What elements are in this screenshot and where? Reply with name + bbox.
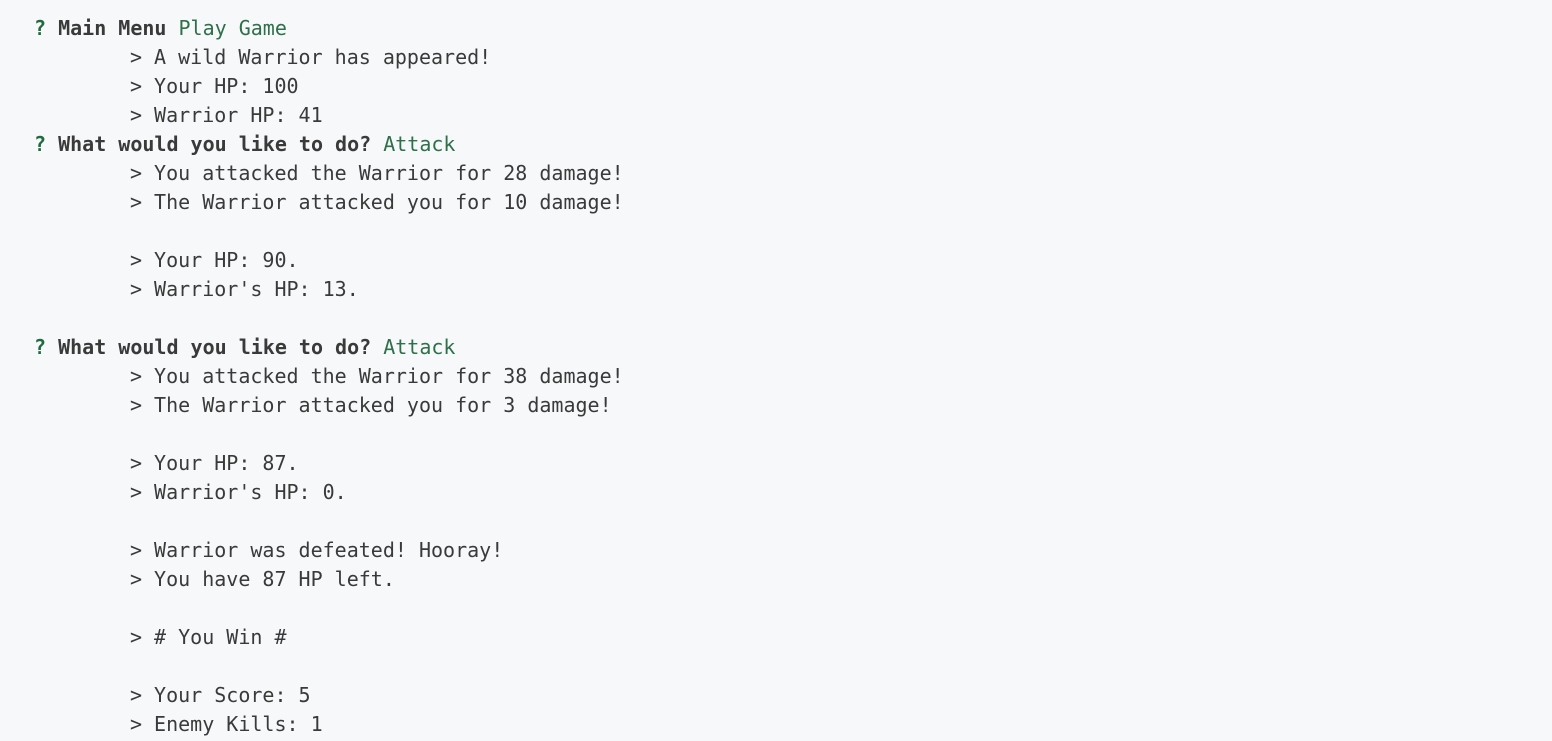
output-line: > Your HP: 90.: [130, 246, 299, 275]
output-arrow: >: [130, 364, 143, 388]
output-line: > The Warrior attacked you for 3 damage!: [130, 391, 612, 420]
prompt-question: What would you like to do?: [58, 132, 372, 156]
output-text: The Warrior attacked you for 3 damage!: [154, 393, 612, 417]
output-text: Your HP: 100: [154, 74, 299, 98]
output-text: Warrior's HP: 0.: [154, 480, 347, 504]
output-arrow: >: [130, 451, 143, 475]
output-arrow: >: [130, 190, 143, 214]
output-text: Warrior was defeated! Hooray!: [154, 538, 504, 562]
output-arrow: >: [130, 277, 143, 301]
output-text: # You Win #: [154, 625, 287, 649]
output-line: > The Warrior attacked you for 10 damage!: [130, 188, 624, 217]
output-line: > A wild Warrior has appeared!: [130, 43, 491, 72]
output-line: > You attacked the Warrior for 38 damage!: [130, 362, 624, 391]
prompt-question: Main Menu: [58, 16, 167, 40]
output-text: Warrior's HP: 13.: [154, 277, 359, 301]
output-line: > You attacked the Warrior for 28 damage!: [130, 159, 624, 188]
output-arrow: >: [130, 625, 143, 649]
output-text: Your HP: 90.: [154, 248, 299, 272]
output-line: > Your HP: 87.: [130, 449, 299, 478]
output-arrow: >: [130, 74, 143, 98]
output-line: > # You Win #: [130, 623, 287, 652]
prompt-line: ? What would you like to do? Attack: [34, 333, 455, 362]
output-arrow: >: [130, 712, 143, 736]
output-line: > Warrior's HP: 0.: [130, 478, 347, 507]
output-text: Enemy Kills: 1: [154, 712, 323, 736]
output-line: > Your HP: 100: [130, 72, 299, 101]
output-line: > You have 87 HP left.: [130, 565, 395, 594]
output-arrow: >: [130, 103, 143, 127]
prompt-question-mark: ?: [34, 335, 47, 359]
output-line: > Warrior was defeated! Hooray!: [130, 536, 503, 565]
output-text: Your HP: 87.: [154, 451, 299, 475]
prompt-line: ? Main Menu Play Game: [34, 14, 287, 43]
output-text: The Warrior attacked you for 10 damage!: [154, 190, 624, 214]
output-arrow: >: [130, 480, 143, 504]
output-line: > Your Score: 5: [130, 681, 311, 710]
prompt-answer: Attack: [383, 335, 456, 359]
output-arrow: >: [130, 45, 143, 69]
output-text: You have 87 HP left.: [154, 567, 395, 591]
output-arrow: >: [130, 683, 143, 707]
prompt-question-mark: ?: [34, 16, 47, 40]
output-line: > Enemy Kills: 1: [130, 710, 323, 739]
output-text: You attacked the Warrior for 28 damage!: [154, 161, 624, 185]
output-text: Warrior HP: 41: [154, 103, 323, 127]
output-arrow: >: [130, 161, 143, 185]
output-line: > Warrior's HP: 13.: [130, 275, 359, 304]
output-arrow: >: [130, 248, 143, 272]
prompt-line: ? What would you like to do? Attack: [34, 130, 455, 159]
prompt-answer: Play Game: [178, 16, 287, 40]
output-arrow: >: [130, 393, 143, 417]
output-line: > Warrior HP: 41: [130, 101, 323, 130]
prompt-question-mark: ?: [34, 132, 47, 156]
output-text: You attacked the Warrior for 38 damage!: [154, 364, 624, 388]
output-text: Your Score: 5: [154, 683, 311, 707]
prompt-question: What would you like to do?: [58, 335, 372, 359]
terminal-output: ? Main Menu Play Game > A wild Warrior has…: [0, 0, 1552, 741]
output-text: A wild Warrior has appeared!: [154, 45, 492, 69]
output-arrow: >: [130, 567, 143, 591]
prompt-answer: Attack: [383, 132, 456, 156]
output-arrow: >: [130, 538, 143, 562]
